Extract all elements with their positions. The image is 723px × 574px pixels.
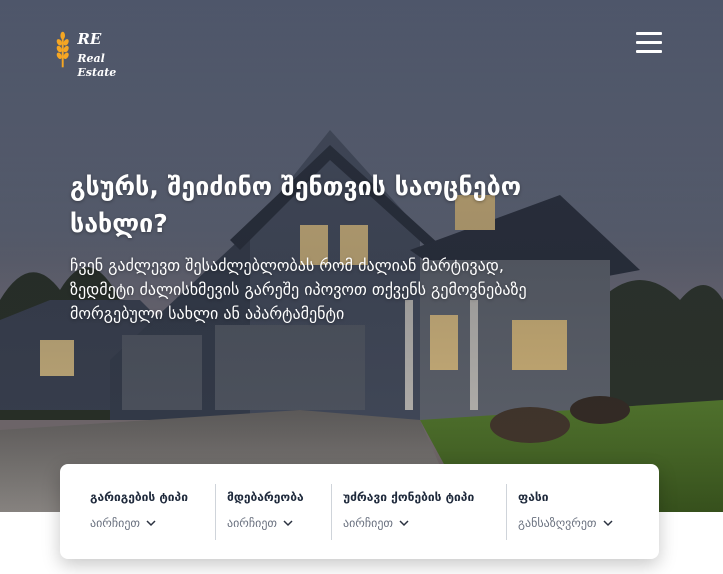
location-select[interactable]: აირჩიეთ [227, 516, 304, 530]
property-type-select[interactable]: აირჩიეთ [343, 516, 474, 530]
filter-divider [506, 484, 507, 540]
chevron-down-icon [283, 519, 293, 526]
filter-deal-type[interactable]: გარიგების ტიპი აირჩიეთ [90, 490, 188, 546]
deal-type-select[interactable]: აირჩიეთ [90, 516, 188, 530]
hero-title: გსურს, შეიძინო შენთვის საოცნებო სახლი? [70, 172, 522, 238]
brand-name: Real Estate [77, 52, 117, 79]
menu-bar [636, 50, 662, 53]
hero-description: ჩვენ გაძლევთ შესაძლებლობას რომ ძალიან მა… [70, 256, 527, 323]
filter-label: მდებარეობა [227, 490, 304, 504]
brand-text: RE Real Estate [77, 30, 145, 80]
brand-logo[interactable]: RE Real Estate [55, 30, 145, 79]
chevron-down-icon [399, 519, 409, 526]
filter-value: აირჩიეთ [343, 516, 394, 530]
menu-bar [636, 32, 662, 35]
filter-value: განსაზღვრეთ [518, 516, 597, 530]
filter-value: აირჩიეთ [227, 516, 278, 530]
filter-price[interactable]: ფასი განსაზღვრეთ [518, 490, 613, 546]
brand-abbr: RE [77, 30, 102, 48]
filter-location[interactable]: მდებარეობა აირჩიეთ [227, 490, 304, 546]
hamburger-menu-icon[interactable] [636, 32, 662, 54]
filter-value: აირჩიეთ [90, 516, 141, 530]
filter-label: ფასი [518, 490, 549, 504]
chevron-down-icon [603, 519, 613, 526]
hero-section: RE Real Estate გსურს, შეიძინო შენთვის სა… [0, 0, 723, 512]
property-search-panel: გარიგების ტიპი აირჩიეთ მდებარეობა აირჩიე… [60, 464, 659, 559]
filter-divider [331, 484, 332, 540]
filter-property-type[interactable]: უძრავი ქონების ტიპი აირჩიეთ [343, 490, 474, 546]
filter-label: უძრავი ქონების ტიპი [343, 490, 475, 504]
filter-divider [215, 484, 216, 540]
wheat-icon [56, 31, 69, 68]
chevron-down-icon [146, 519, 156, 526]
menu-bar [636, 41, 662, 44]
price-select[interactable]: განსაზღვრეთ [518, 516, 613, 530]
filter-label: გარიგების ტიპი [90, 490, 188, 504]
